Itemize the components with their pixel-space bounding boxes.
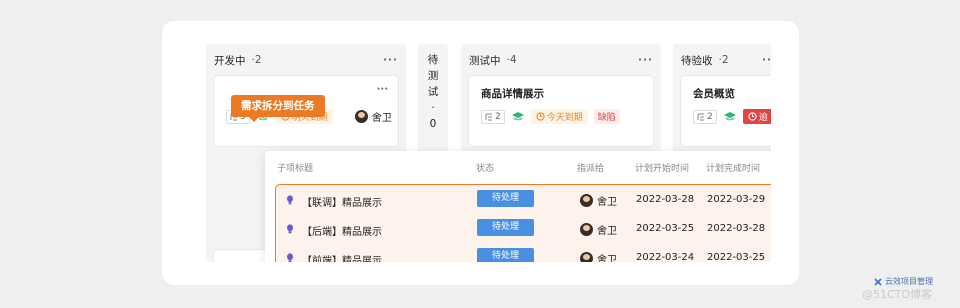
column-title: 开发中	[214, 54, 246, 67]
end-date[interactable]: 2022-03-29	[707, 194, 765, 205]
task-meta: 2 逾	[693, 109, 771, 124]
column-title: 测试中	[469, 54, 501, 67]
header-status: 状态	[476, 164, 495, 174]
avatar	[580, 252, 593, 262]
kanban-board: 开发中 ·2 ··· ··· 3 明天到期	[206, 44, 771, 262]
column-count: ·2	[718, 54, 729, 66]
owner-name: 舍卫	[371, 113, 392, 124]
highlighted-subtasks: 【联调】精品展示 待处理 舍卫 2022-03-28 2022-03-29 【后…	[275, 184, 771, 262]
avatar	[580, 223, 593, 236]
level-icon	[511, 110, 525, 124]
collapsed-column-count: 0	[429, 118, 437, 130]
task-card[interactable]: 商品详情展示 2 今天到期 缺陷	[469, 76, 653, 146]
collapsed-column-char: 测	[427, 70, 439, 82]
subtask-icon	[485, 113, 492, 120]
subtask-title[interactable]: 【后端】精品展示	[302, 223, 382, 238]
overdue-badge: 逾	[742, 109, 771, 124]
subtask-popover: 子项标题 状态 指派给 计划开始时间 计划完成时间 【联调】精品展示 待处理 舍…	[265, 151, 771, 262]
assignee-name: 舍卫	[597, 255, 617, 262]
column-more-icon[interactable]: ···	[383, 54, 398, 66]
collapsed-column-char: 待	[427, 54, 439, 66]
clock-icon	[536, 112, 545, 121]
collapsed-column-char: 试	[427, 86, 439, 98]
content-card: 开发中 ·2 ··· ··· 3 明天到期	[162, 21, 799, 285]
table-row[interactable]: 【前端】精品展示 待处理 舍卫 2022-03-24 2022-03-25	[276, 243, 771, 262]
column-more-icon[interactable]: ···	[638, 54, 653, 66]
header-assignee: 指派给	[577, 164, 605, 174]
header-title: 子项标题	[277, 164, 314, 174]
due-text: 逾	[758, 113, 768, 123]
card-more-icon[interactable]: ···	[377, 84, 388, 95]
collapsed-column-char: ·	[431, 102, 435, 114]
tooltip-split-to-tasks: 需求拆分到任务	[231, 95, 325, 122]
column-count: ·4	[506, 54, 517, 66]
status-button[interactable]: 待处理	[477, 190, 534, 207]
table-row[interactable]: 【后端】精品展示 待处理 舍卫 2022-03-25 2022-03-28	[276, 214, 771, 244]
site-watermark: @51CTO博客	[862, 288, 933, 301]
subtask-count-value: 2	[495, 111, 501, 122]
end-date[interactable]: 2022-03-28	[707, 223, 765, 234]
task-meta: 2 今天到期 缺陷	[481, 109, 620, 124]
requirement-icon	[287, 253, 293, 262]
assignee[interactable]: 舍卫	[580, 193, 617, 208]
assignee-name: 舍卫	[597, 197, 617, 208]
column-count: ·2	[251, 54, 262, 66]
due-text: 今天到期	[546, 113, 583, 123]
level-icon	[723, 110, 737, 124]
subtask-title[interactable]: 【前端】精品展示	[302, 252, 382, 262]
start-date[interactable]: 2022-03-28	[636, 194, 694, 205]
column-header: 测试中 ·4 ···	[469, 52, 653, 68]
task-card[interactable]: 会员概览 2 逾	[681, 76, 771, 146]
requirement-icon	[287, 195, 293, 205]
assignee-name: 舍卫	[597, 226, 617, 237]
subtask-count-value: 2	[707, 111, 713, 122]
due-badge: 今天到期	[530, 109, 588, 124]
clock-icon	[748, 112, 757, 121]
assignee[interactable]: 舍卫	[580, 251, 617, 262]
header-start-date: 计划开始时间	[635, 164, 690, 174]
subtask-count[interactable]: 2	[481, 109, 505, 124]
avatar	[354, 110, 368, 123]
subtask-count[interactable]: 2	[693, 109, 717, 124]
task-title: 商品详情展示	[481, 88, 544, 100]
brand-logo-icon	[874, 277, 882, 286]
task-owner[interactable]: 舍卫	[354, 109, 392, 124]
column-header: 开发中 ·2 ···	[214, 52, 398, 68]
subtask-title[interactable]: 【联调】精品展示	[302, 194, 382, 209]
table-row[interactable]: 【联调】精品展示 待处理 舍卫 2022-03-28 2022-03-29	[276, 185, 771, 215]
task-title: 会员概览	[693, 88, 735, 100]
column-header: 待验收 ·2 ···	[681, 52, 771, 68]
table-header: 子项标题 状态 指派给 计划开始时间 计划完成时间	[265, 151, 771, 181]
end-date[interactable]: 2022-03-25	[707, 252, 765, 262]
status-button[interactable]: 待处理	[477, 248, 534, 262]
status-button[interactable]: 待处理	[477, 219, 534, 236]
start-date[interactable]: 2022-03-24	[636, 252, 694, 262]
header-end-date: 计划完成时间	[706, 164, 761, 174]
bug-tag: 缺陷	[593, 109, 620, 124]
column-title: 待验收	[681, 54, 713, 67]
start-date[interactable]: 2022-03-25	[636, 223, 694, 234]
subtask-icon	[697, 113, 704, 120]
avatar	[580, 194, 593, 207]
requirement-icon	[287, 224, 293, 234]
column-more-icon[interactable]: ···	[762, 54, 771, 66]
assignee[interactable]: 舍卫	[580, 222, 617, 237]
